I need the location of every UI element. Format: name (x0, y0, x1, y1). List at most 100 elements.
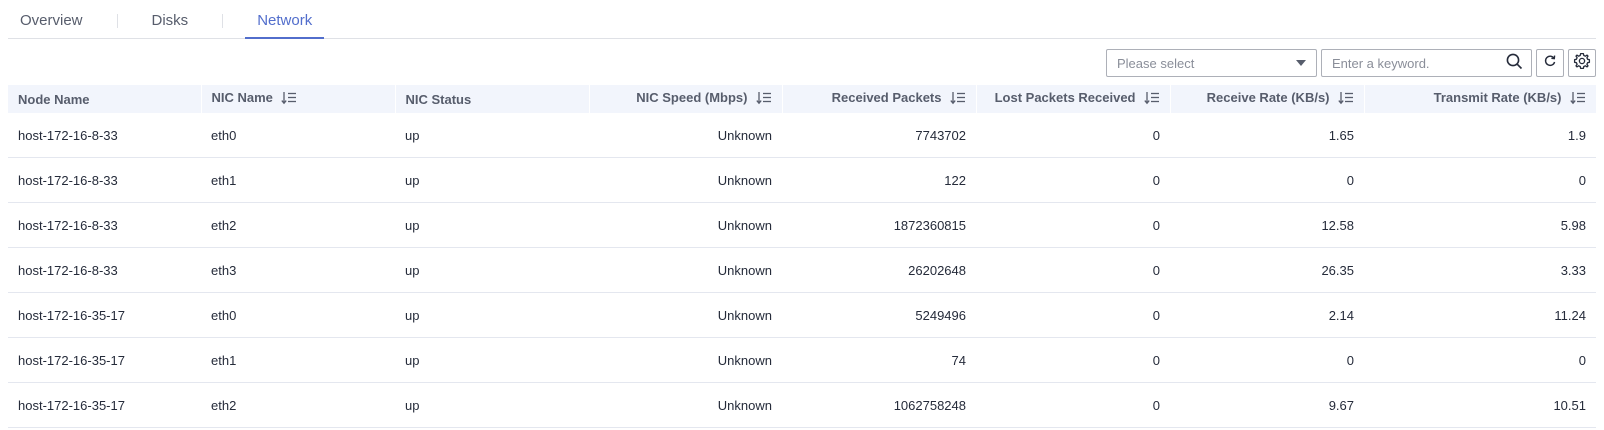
receive-rate-cell: 0 (1170, 337, 1364, 383)
received-packets-cell: 1872360815 (782, 202, 976, 248)
tab-disks[interactable]: Disks (140, 1, 201, 38)
column-header-node-name: Node Name (8, 85, 202, 113)
nic-status-cell: up (395, 292, 589, 338)
tab-network[interactable]: Network (245, 1, 325, 39)
column-label: Received Packets (831, 90, 942, 106)
column-header-nic-speed[interactable]: NIC Speed (Mbps) (589, 85, 783, 113)
filter-select-placeholder: Please select (1117, 55, 1195, 71)
nic-name-cell: eth1 (201, 157, 395, 203)
nic-status-cell: up (395, 382, 589, 428)
nic-speed-cell: Unknown (589, 382, 782, 428)
lost-packets-cell: 0 (976, 337, 1170, 383)
node-name-cell: host-172-16-8-33 (8, 247, 201, 293)
node-name-cell: host-172-16-8-33 (8, 202, 201, 248)
tab-bar: Overview Disks Network (8, 0, 1596, 39)
column-header-transmit-rate[interactable]: Transmit Rate (KB/s) (1364, 85, 1597, 113)
receive-rate-cell: 26.35 (1170, 247, 1364, 293)
receive-rate-cell: 2.14 (1170, 292, 1364, 338)
column-header-lost-packets[interactable]: Lost Packets Received (976, 85, 1171, 113)
column-label: Receive Rate (KB/s) (1206, 90, 1330, 106)
received-packets-cell: 122 (782, 157, 976, 203)
nic-name-cell: eth3 (201, 247, 395, 293)
nic-status-cell: up (395, 337, 589, 383)
lost-packets-cell: 0 (976, 292, 1170, 338)
transmit-rate-cell: 1.9 (1364, 113, 1596, 158)
sort-icon[interactable] (281, 91, 297, 108)
nic-speed-cell: Unknown (589, 292, 782, 338)
transmit-rate-cell: 5.98 (1364, 202, 1596, 248)
table-header-row: Node Name NIC Name NIC Status NIC Speed … (8, 85, 1597, 113)
nic-speed-cell: Unknown (589, 202, 782, 248)
receive-rate-cell: 0 (1170, 157, 1364, 203)
search-icon[interactable] (1506, 53, 1523, 73)
received-packets-cell: 26202648 (782, 247, 976, 293)
nic-speed-cell: Unknown (589, 247, 782, 293)
transmit-rate-cell: 11.24 (1364, 292, 1596, 338)
column-label: Transmit Rate (KB/s) (1433, 90, 1562, 106)
received-packets-cell: 74 (782, 337, 976, 383)
nic-status-cell: up (395, 247, 589, 293)
table-row: host-172-16-8-33 eth0 up Unknown 7743702 0 1.6… (8, 113, 1596, 158)
column-label: NIC Speed (Mbps) (636, 90, 748, 106)
received-packets-cell: 1062758248 (782, 382, 976, 428)
tab-overview[interactable]: Overview (8, 1, 95, 38)
lost-packets-cell: 0 (976, 113, 1170, 158)
network-monitor-page: Overview Disks Network Please select Ent… (0, 0, 1604, 430)
column-header-nic-name[interactable]: NIC Name (201, 85, 396, 113)
column-label: NIC Name (211, 90, 273, 106)
nic-status-cell: up (395, 113, 589, 158)
nic-status-cell: up (395, 157, 589, 203)
sort-icon[interactable] (949, 91, 966, 108)
receive-rate-cell: 9.67 (1170, 382, 1364, 428)
search-input[interactable] (1332, 55, 1492, 71)
transmit-rate-cell: 3.33 (1364, 247, 1596, 293)
nic-speed-cell: Unknown (589, 157, 782, 203)
sort-icon[interactable] (1569, 91, 1586, 108)
node-name-cell: host-172-16-8-33 (8, 113, 201, 158)
nic-speed-cell: Unknown (589, 113, 782, 158)
transmit-rate-cell: 0 (1364, 337, 1596, 383)
received-packets-cell: 7743702 (782, 113, 976, 158)
sort-icon[interactable] (1143, 91, 1160, 108)
table-body: host-172-16-8-33 eth0 up Unknown 7743702 0 1.6… (8, 113, 1596, 428)
column-label: Lost Packets Received (994, 90, 1136, 106)
table-row: host-172-16-8-33 eth1 up Unknown 122 0 0 0 (8, 157, 1596, 203)
tab-divider (222, 14, 224, 28)
column-header-receive-rate[interactable]: Receive Rate (KB/s) (1170, 85, 1365, 113)
transmit-rate-cell: 0 (1364, 157, 1596, 203)
node-name-cell: host-172-16-35-17 (8, 337, 201, 383)
nic-status-cell: up (395, 202, 589, 248)
node-name-cell: host-172-16-35-17 (8, 382, 201, 428)
tab-divider (116, 14, 118, 28)
gear-icon (1573, 52, 1591, 75)
lost-packets-cell: 0 (976, 382, 1170, 428)
receive-rate-cell: 1.65 (1170, 113, 1364, 158)
network-table: Node Name NIC Name NIC Status NIC Speed … (8, 85, 1597, 428)
sort-icon[interactable] (1337, 91, 1354, 108)
node-name-cell: host-172-16-35-17 (8, 292, 201, 338)
toolbar: Please select (1106, 49, 1596, 78)
table-row: host-172-16-8-33 eth2 up Unknown 1872360815 0… (8, 202, 1596, 248)
refresh-button[interactable] (1536, 49, 1564, 77)
nic-name-cell: eth0 (201, 292, 395, 338)
transmit-rate-cell: 10.51 (1364, 382, 1596, 428)
lost-packets-cell: 0 (976, 202, 1170, 248)
column-header-nic-status: NIC Status (395, 85, 590, 113)
nic-speed-cell: Unknown (589, 337, 782, 383)
lost-packets-cell: 0 (976, 247, 1170, 293)
search-box (1321, 49, 1532, 77)
lost-packets-cell: 0 (976, 157, 1170, 203)
table-row: host-172-16-35-17 eth2 up Unknown 1062758248… (8, 382, 1596, 428)
settings-button[interactable] (1568, 49, 1596, 77)
table-row: host-172-16-8-33 eth3 up Unknown 26202648 0 26… (8, 247, 1596, 293)
node-name-cell: host-172-16-8-33 (8, 157, 201, 203)
nic-name-cell: eth2 (201, 202, 395, 248)
receive-rate-cell: 12.58 (1170, 202, 1364, 248)
column-header-received-packets[interactable]: Received Packets (782, 85, 977, 113)
sort-icon[interactable] (755, 91, 772, 108)
nic-name-cell: eth2 (201, 382, 395, 428)
nic-name-cell: eth1 (201, 337, 395, 383)
table-row: host-172-16-35-17 eth0 up Unknown 5249496 0 2.… (8, 292, 1596, 338)
nic-name-cell: eth0 (201, 113, 395, 158)
filter-select[interactable]: Please select (1106, 49, 1317, 77)
